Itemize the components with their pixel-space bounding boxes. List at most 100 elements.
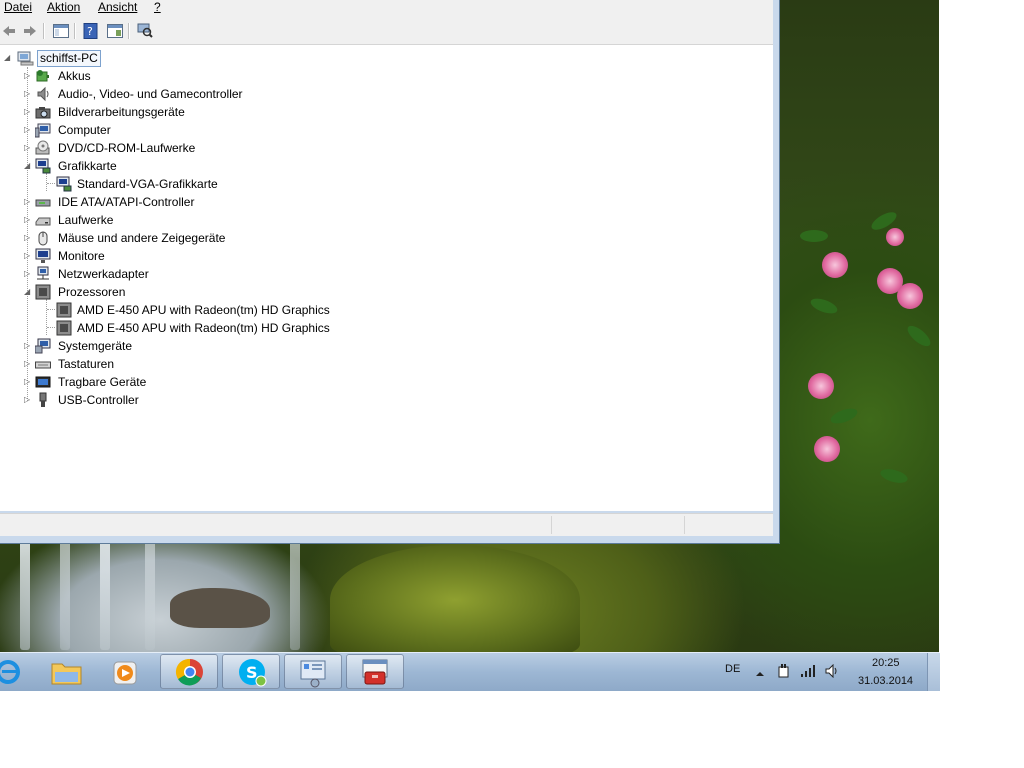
- expand-arrow-icon[interactable]: ▷: [24, 197, 32, 207]
- tree-node-usb[interactable]: ▷ USB-Controller: [23, 391, 153, 409]
- clock-date[interactable]: 31.03.2014: [858, 675, 913, 687]
- power-icon[interactable]: [777, 664, 791, 678]
- toolbar-separator: [74, 23, 76, 39]
- expand-arrow-icon[interactable]: ▷: [24, 125, 32, 135]
- tree-node-keyboards[interactable]: ▷ Tastaturen: [23, 355, 133, 373]
- menu-bar: Datei Aktion Ansicht ?: [0, 0, 773, 18]
- show-hidden-icons-icon[interactable]: [756, 667, 764, 676]
- dvd-drive-icon: [35, 140, 51, 156]
- wallpaper-waterfall: [145, 540, 155, 650]
- mouse-icon: [35, 230, 51, 246]
- device-manager-window: Datei Aktion Ansicht ? ? ◢ schiffst-PC ▷…: [0, 0, 780, 544]
- tree-node-laufwerke[interactable]: ▷ Laufwerke: [23, 211, 133, 229]
- svg-text:?: ?: [87, 25, 93, 38]
- battery-icon: [35, 68, 51, 84]
- expand-arrow-icon[interactable]: ▷: [24, 341, 32, 351]
- ide-controller-icon: [35, 194, 51, 210]
- tree-node-akkus[interactable]: ▷ Akkus: [23, 67, 103, 85]
- wallpaper-leaf: [800, 230, 828, 242]
- device-tree: ◢ schiffst-PC ▷ Akkus ▷ Audio-, Video- u…: [0, 45, 773, 511]
- tree-node-audio[interactable]: ▷ Audio-, Video- und Gamecontroller: [23, 85, 263, 103]
- monitor-icon: [35, 248, 51, 264]
- back-icon[interactable]: [0, 22, 18, 39]
- expand-arrow-icon[interactable]: ▷: [24, 359, 32, 369]
- expand-arrow-icon[interactable]: ▷: [24, 377, 32, 387]
- show-hide-tree-icon[interactable]: [52, 22, 70, 39]
- language-indicator[interactable]: DE: [725, 663, 740, 675]
- menu-datei[interactable]: Datei: [4, 0, 32, 14]
- tree-node-network[interactable]: ▷ Netzwerkadapter: [23, 265, 163, 283]
- node-label: AMD E-450 APU with Radeon(tm) HD Graphic…: [77, 303, 330, 317]
- expand-arrow-icon[interactable]: ▷: [24, 143, 32, 153]
- tree-node-mice[interactable]: ▷ Mäuse und andere Zeigegeräte: [23, 229, 233, 247]
- show-desktop-button[interactable]: [927, 653, 940, 691]
- media-player-icon[interactable]: [97, 654, 155, 689]
- toolbar-separator: [128, 23, 130, 39]
- scan-hardware-icon[interactable]: [136, 22, 154, 39]
- wallpaper-leaf: [828, 405, 860, 427]
- expand-arrow-icon[interactable]: ▷: [24, 215, 32, 225]
- tree-node-vga-adapter[interactable]: Standard-VGA-Grafikkarte: [56, 175, 236, 193]
- clock-time[interactable]: 20:25: [872, 657, 900, 669]
- toolbar-separator: [43, 23, 45, 39]
- processor-icon: [56, 320, 72, 336]
- node-label: Monitore: [58, 249, 105, 263]
- tree-root[interactable]: ◢ schiffst-PC: [4, 49, 104, 67]
- wallpaper-flower: [886, 228, 904, 246]
- wallpaper-rock: [170, 588, 270, 628]
- wallpaper-flower: [897, 283, 923, 309]
- usb-icon: [35, 392, 51, 408]
- skype-icon[interactable]: S: [222, 654, 280, 689]
- explorer-icon[interactable]: [37, 654, 95, 689]
- internet-explorer-icon[interactable]: [0, 654, 36, 689]
- wallpaper-flower: [822, 252, 848, 278]
- tree-node-computer[interactable]: ▷ Computer: [23, 121, 143, 139]
- display-adapter-icon: [35, 158, 51, 174]
- menu-ansicht[interactable]: Ansicht: [98, 0, 137, 14]
- tree-node-monitore[interactable]: ▷ Monitore: [23, 247, 133, 265]
- tree-node-imaging[interactable]: ▷ Bildverarbeitungsgeräte: [23, 103, 203, 121]
- tree-node-cpu[interactable]: AMD E-450 APU with Radeon(tm) HD Graphic…: [56, 301, 336, 319]
- wallpaper-leaf: [904, 322, 934, 350]
- expand-arrow-icon[interactable]: ▷: [24, 89, 32, 99]
- node-label: Laufwerke: [58, 213, 114, 227]
- wallpaper-waterfall: [20, 540, 30, 650]
- tree-guide-line: [47, 309, 55, 310]
- speaker-icon: [35, 86, 51, 102]
- tree-node-system[interactable]: ▷ Systemgeräte: [23, 337, 143, 355]
- expand-arrow-icon[interactable]: ▷: [24, 395, 32, 405]
- forward-icon[interactable]: [21, 22, 39, 39]
- tree-node-prozessoren[interactable]: ◢ Prozessoren: [23, 283, 143, 301]
- wallpaper-moss: [330, 545, 580, 652]
- tree-node-dvd[interactable]: ▷ DVD/CD-ROM-Laufwerke: [23, 139, 203, 157]
- node-label: Tragbare Geräte: [58, 375, 147, 389]
- collapse-arrow-icon[interactable]: ◢: [4, 53, 12, 63]
- help-icon[interactable]: ?: [82, 22, 100, 39]
- device-manager-icon[interactable]: [346, 654, 404, 689]
- tree-node-grafikkarte[interactable]: ◢ Grafikkarte: [23, 157, 143, 175]
- volume-icon[interactable]: [825, 663, 841, 679]
- collapse-arrow-icon[interactable]: ◢: [24, 161, 32, 171]
- node-label: AMD E-450 APU with Radeon(tm) HD Graphic…: [77, 321, 330, 335]
- expand-arrow-icon[interactable]: ▷: [24, 233, 32, 243]
- node-label: Systemgeräte: [58, 339, 133, 353]
- control-panel-icon[interactable]: [284, 654, 342, 689]
- collapse-arrow-icon[interactable]: ◢: [24, 287, 32, 297]
- expand-arrow-icon[interactable]: ▷: [24, 107, 32, 117]
- processor-icon: [35, 284, 51, 300]
- expand-arrow-icon[interactable]: ▷: [24, 251, 32, 261]
- expand-arrow-icon[interactable]: ▷: [24, 269, 32, 279]
- tree-node-portable[interactable]: ▷ Tragbare Geräte: [23, 373, 163, 391]
- status-bar: [0, 513, 773, 536]
- menu-help[interactable]: ?: [154, 0, 161, 14]
- wallpaper-waterfall: [100, 540, 110, 650]
- tree-node-ide[interactable]: ▷ IDE ATA/ATAPI-Controller: [23, 193, 213, 211]
- camera-icon: [35, 104, 51, 120]
- menu-aktion[interactable]: Aktion: [47, 0, 80, 14]
- expand-arrow-icon[interactable]: ▷: [24, 71, 32, 81]
- chrome-icon[interactable]: [160, 654, 218, 689]
- network-signal-icon[interactable]: [800, 664, 816, 678]
- properties-icon[interactable]: [106, 22, 124, 39]
- status-divider: [551, 516, 552, 534]
- tree-node-cpu[interactable]: AMD E-450 APU with Radeon(tm) HD Graphic…: [56, 319, 336, 337]
